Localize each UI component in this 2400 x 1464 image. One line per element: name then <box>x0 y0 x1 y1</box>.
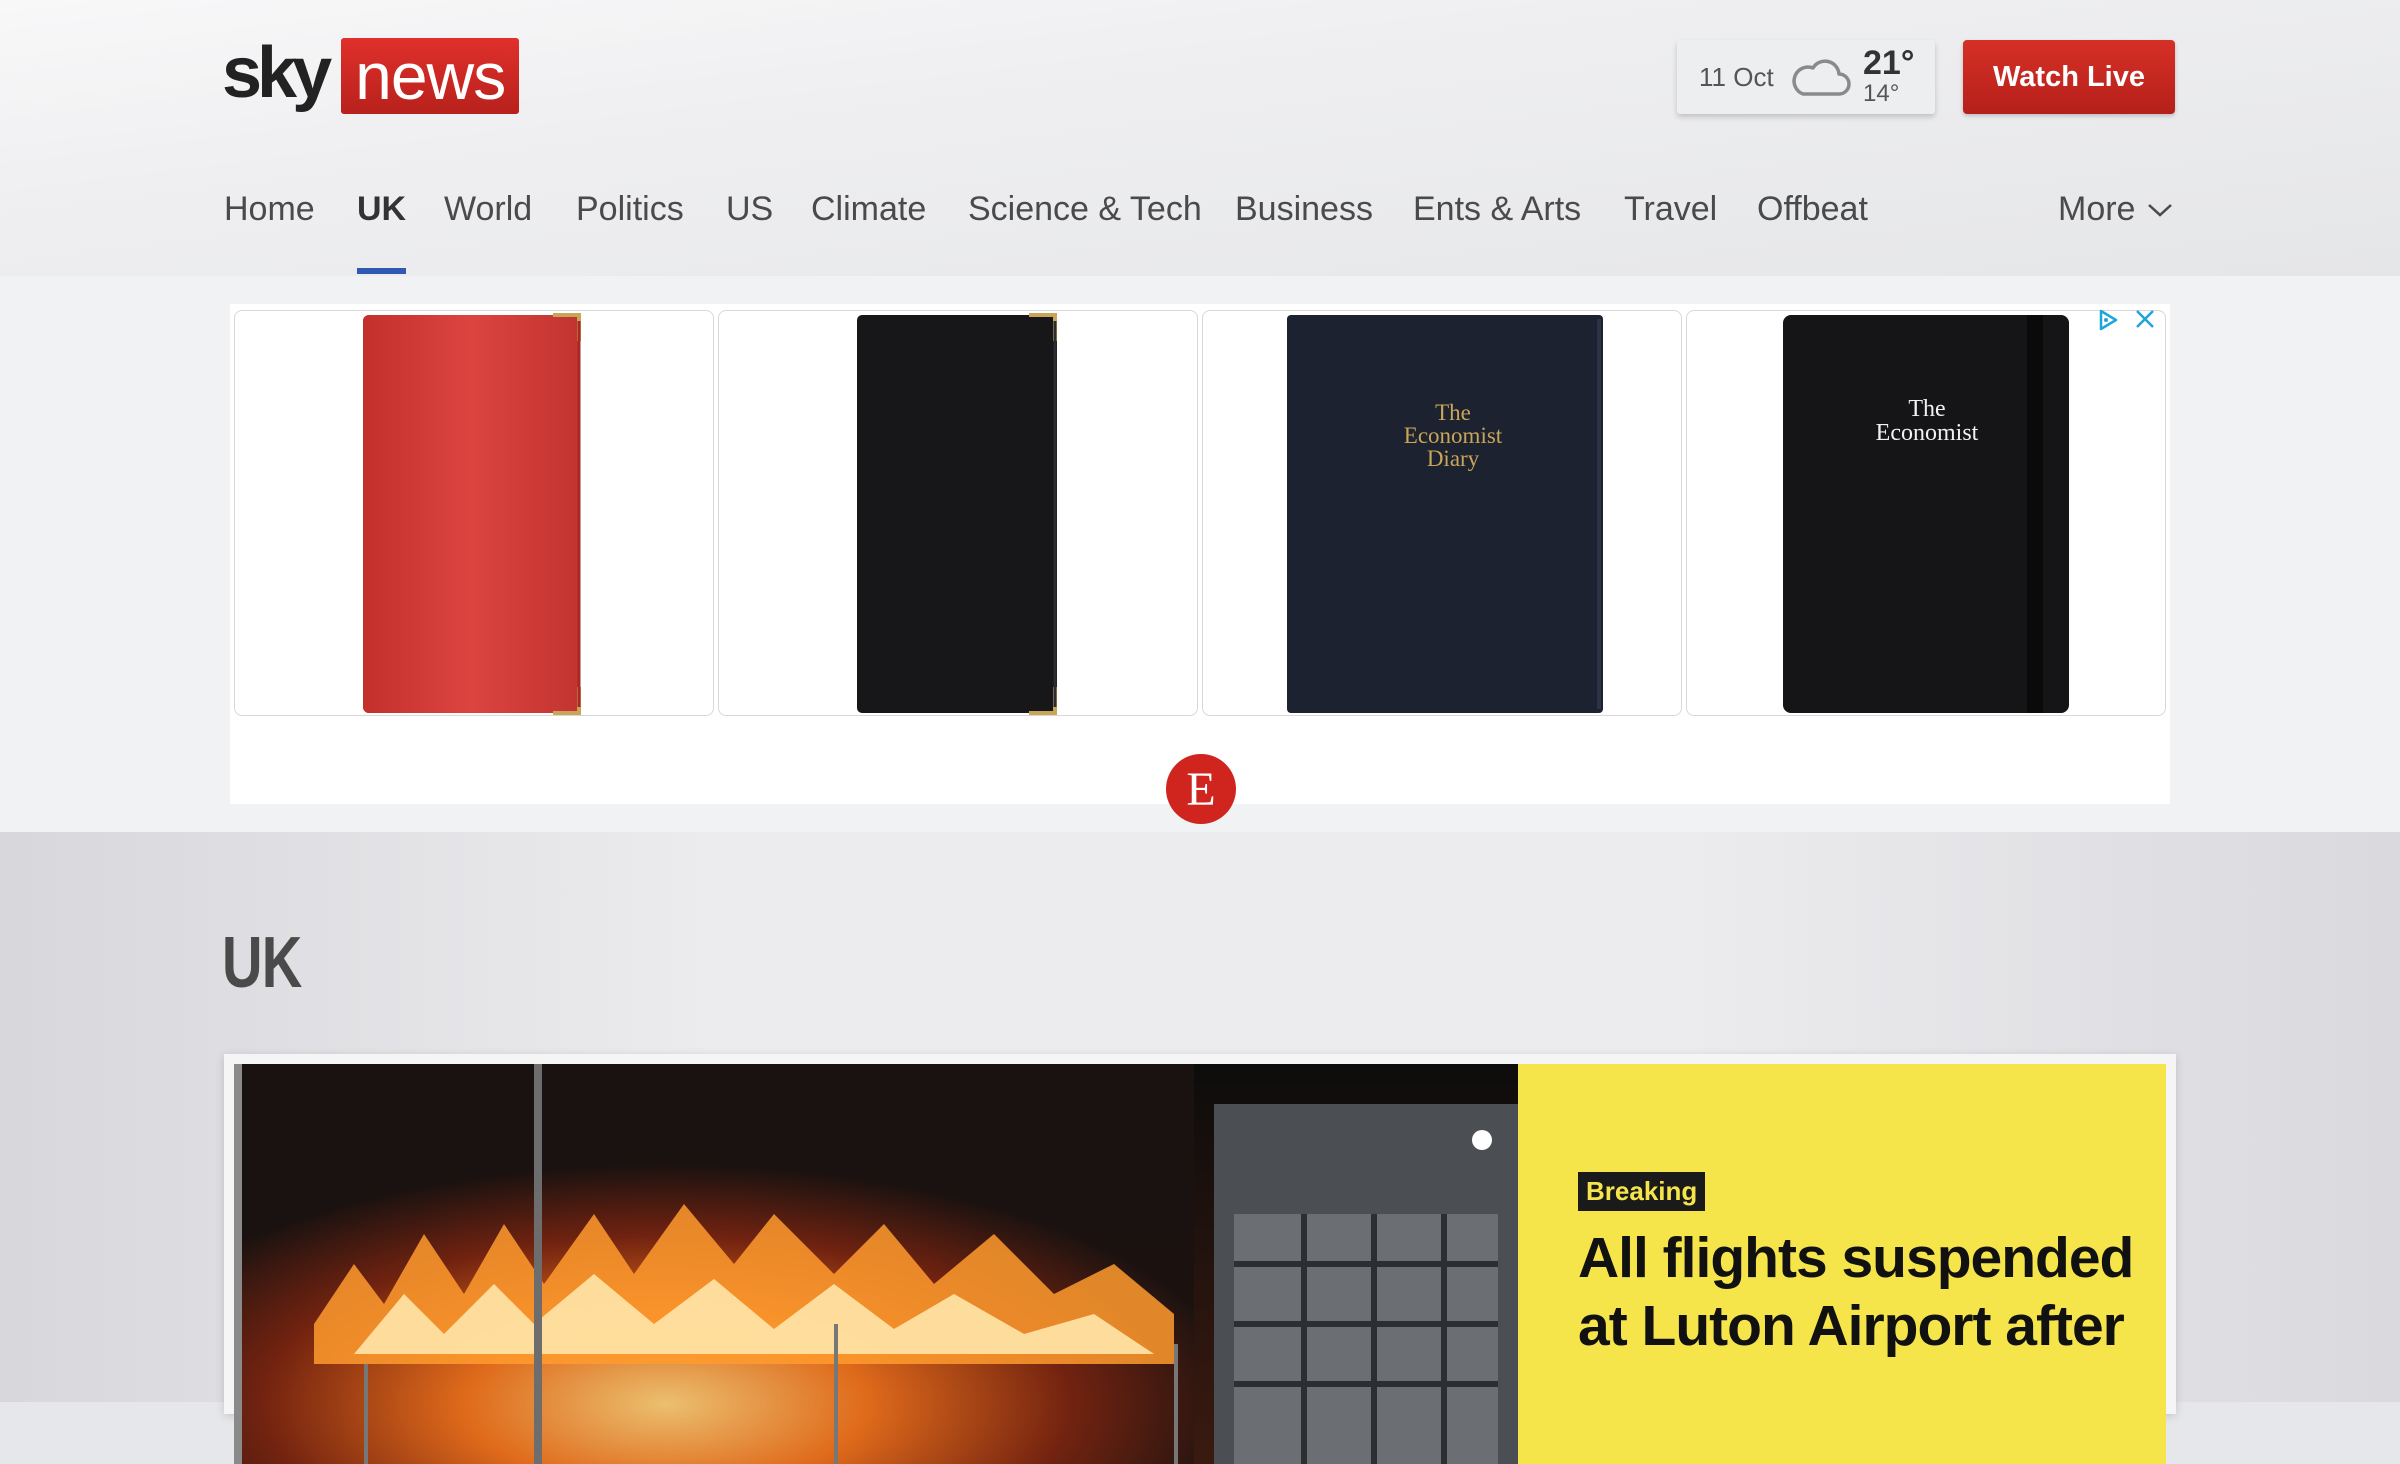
logo-news-text: news <box>341 38 520 114</box>
nav-item-climate[interactable]: Climate <box>811 190 926 229</box>
economist-logo[interactable]: E <box>1166 754 1236 824</box>
nav-label: Travel <box>1624 190 1718 228</box>
nav-item-ents-arts[interactable]: Ents & Arts <box>1413 190 1581 229</box>
hero-text-panel[interactable]: Breaking All flights suspended at Luton … <box>1518 1064 2166 1464</box>
ad-product-card[interactable] <box>718 310 1198 716</box>
nav-label: Business <box>1235 190 1373 228</box>
nav-label: UK <box>357 190 407 228</box>
economist-diary-image <box>1287 315 1603 713</box>
nav-item-world[interactable]: World <box>444 190 532 229</box>
active-underline <box>357 268 407 274</box>
nav-item-business[interactable]: Business <box>1235 190 1373 229</box>
logo-sky-text: sky <box>222 33 332 113</box>
nav-item-home[interactable]: Home <box>224 190 315 229</box>
nav-item-uk[interactable]: UK <box>357 190 407 274</box>
fire-photo <box>234 1064 1518 1464</box>
close-icon[interactable] <box>2134 308 2156 330</box>
weather-low: 14° <box>1863 80 1900 107</box>
adchoices-icon[interactable] <box>2096 308 2120 332</box>
ad-product-card[interactable]: The Economist Diary <box>1202 310 1682 716</box>
weather-date: 11 Oct <box>1699 62 1774 92</box>
nav-label: Ents & Arts <box>1413 190 1582 228</box>
breaking-badge: Breaking <box>1578 1172 1706 1211</box>
nav-item-travel[interactable]: Travel <box>1624 190 1717 229</box>
nav-label: US <box>726 190 774 228</box>
chevron-down-icon <box>2148 203 2173 217</box>
ad-product-card[interactable] <box>234 310 714 716</box>
nav-item-science-tech[interactable]: Science & Tech <box>968 190 1202 229</box>
hero-story-card[interactable]: Breaking All flights suspended at Luton … <box>224 1054 2176 1464</box>
nav-label: Home <box>224 190 315 228</box>
cloud-icon <box>1789 54 1851 105</box>
nav-item-politics[interactable]: Politics <box>576 190 684 229</box>
black-diary-image <box>857 313 1057 715</box>
nav-item-offbeat[interactable]: Offbeat <box>1757 190 1868 229</box>
watch-live-button[interactable]: Watch Live <box>1963 40 2175 114</box>
economist-notebook-image <box>1783 315 2069 713</box>
nav-label: World <box>444 190 533 228</box>
nav-label: Climate <box>811 190 927 228</box>
advertisement[interactable]: The Economist Diary The Economist E <box>230 304 2170 824</box>
site-header: sky news 11 Oct 21° 14° Watch Live Home … <box>0 0 2400 276</box>
ad-band: The Economist Diary The Economist E <box>0 276 2400 832</box>
red-diary-image <box>363 313 581 715</box>
more-label: More <box>2058 190 2136 228</box>
hero-headline[interactable]: All flights suspended at Luton Airport a… <box>1578 1224 2138 1360</box>
nav-item-us[interactable]: US <box>726 190 773 229</box>
weather-high: 21° <box>1863 44 1915 82</box>
nav-label: Science & Tech <box>968 190 1202 228</box>
sky-news-logo[interactable]: sky news <box>222 33 520 118</box>
uk-section: UK Breaking All flights suspended at Lut… <box>0 832 2400 1464</box>
economist-diary-title: The Economist Diary <box>1403 400 1503 471</box>
page-title: UK <box>222 923 302 1003</box>
hero-image[interactable] <box>234 1064 1518 1464</box>
weather-widget[interactable]: 11 Oct 21° 14° <box>1677 40 1935 114</box>
nav-more-button[interactable]: More <box>2058 190 2173 229</box>
ad-product-card[interactable]: The Economist <box>1686 310 2166 716</box>
nav-label: Offbeat <box>1757 190 1868 228</box>
nav-label: Politics <box>576 190 684 228</box>
ad-controls <box>2096 308 2156 332</box>
economist-notebook-title: The Economist <box>1875 396 1979 446</box>
